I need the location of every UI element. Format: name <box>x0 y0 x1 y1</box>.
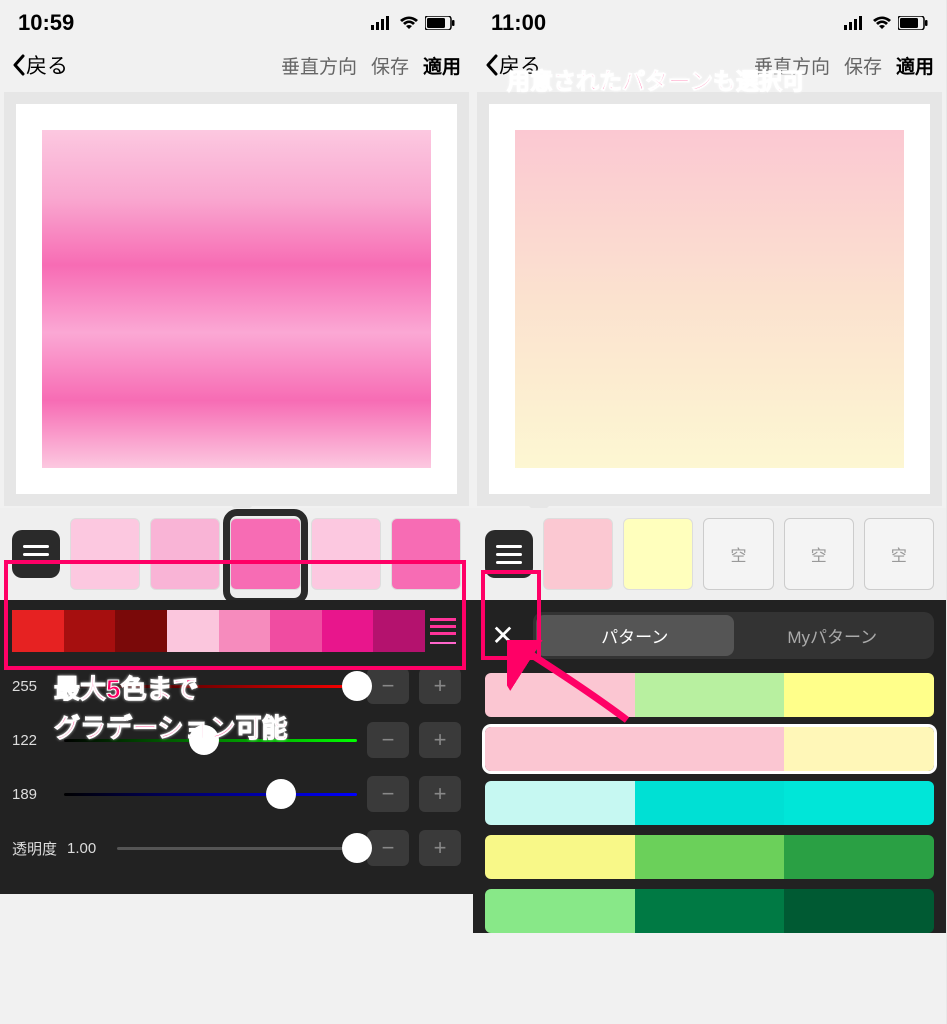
opacity-slider[interactable] <box>117 847 357 850</box>
blue-plus-button[interactable]: + <box>419 776 461 812</box>
color-swatch[interactable] <box>391 518 461 590</box>
opacity-plus-button[interactable]: + <box>419 830 461 866</box>
phone-right: 11:00 戻る 垂直方向 保存 適用 空空空 ✕ パターン <box>473 0 946 1024</box>
signal-icon <box>844 10 866 36</box>
color-palette-panel: 255 − + 122 − + 189 − + 透明度 1.00 − + 最大5… <box>0 600 473 894</box>
empty-swatch[interactable]: 空 <box>864 518 934 590</box>
swatch-row <box>0 508 473 600</box>
red-plus-button[interactable]: + <box>419 668 461 704</box>
red-value: 255 <box>12 678 54 695</box>
status-icons <box>844 10 928 36</box>
nav-direction[interactable]: 垂直方向 <box>281 52 357 79</box>
status-bar: 11:00 <box>473 0 946 42</box>
green-plus-button[interactable]: + <box>419 722 461 758</box>
blue-minus-button[interactable]: − <box>367 776 409 812</box>
palette-color[interactable] <box>373 610 425 652</box>
color-swatch[interactable] <box>543 518 613 590</box>
battery-icon <box>898 10 928 36</box>
nav-apply[interactable]: 適用 <box>896 52 934 79</box>
annotation-arrow-icon <box>507 640 637 730</box>
palette-color[interactable] <box>219 610 271 652</box>
color-swatch[interactable] <box>230 518 300 590</box>
tab-my-pattern[interactable]: Myパターン <box>734 615 932 656</box>
pattern-item[interactable] <box>485 781 934 825</box>
preview-area <box>477 92 942 506</box>
wifi-icon <box>872 10 892 36</box>
palette-color[interactable] <box>322 610 374 652</box>
signal-icon <box>371 10 393 36</box>
opacity-minus-button[interactable]: − <box>367 830 409 866</box>
back-label: 戻る <box>26 50 68 80</box>
empty-swatch[interactable]: 空 <box>784 518 854 590</box>
color-swatch[interactable] <box>70 518 140 590</box>
back-button[interactable]: 戻る <box>12 50 68 80</box>
palette-color[interactable] <box>64 610 116 652</box>
status-time: 10:59 <box>18 10 74 36</box>
swatch-menu-button[interactable] <box>485 530 533 578</box>
status-icons <box>371 10 455 36</box>
wifi-icon <box>399 10 419 36</box>
red-minus-button[interactable]: − <box>367 668 409 704</box>
opacity-label: 透明度 <box>12 838 57 859</box>
palette-color[interactable] <box>167 610 219 652</box>
status-time: 11:00 <box>491 10 546 36</box>
green-minus-button[interactable]: − <box>367 722 409 758</box>
palette-menu-icon[interactable] <box>425 610 461 652</box>
gradient-preview <box>42 130 431 468</box>
green-value: 122 <box>12 732 54 749</box>
battery-icon <box>425 10 455 36</box>
nav-save[interactable]: 保存 <box>371 52 409 79</box>
annotation-text: 最大5色まで グラデーション可能 <box>54 670 287 748</box>
empty-swatch[interactable]: 空 <box>703 518 773 590</box>
blue-slider-row: 189 − + <box>12 776 461 812</box>
gradient-preview <box>515 130 904 468</box>
color-swatch[interactable] <box>623 518 693 590</box>
nav-bar: 戻る 垂直方向 保存 適用 <box>0 42 473 90</box>
annotation-text: 用意されたパターンも選択可 <box>507 64 805 99</box>
opacity-slider-row: 透明度 1.00 − + <box>12 830 461 866</box>
pattern-item[interactable] <box>485 727 934 771</box>
swatch-row: 空空空 <box>473 508 946 600</box>
pattern-item[interactable] <box>485 835 934 879</box>
palette-row[interactable] <box>12 610 461 652</box>
opacity-value: 1.00 <box>67 840 107 857</box>
color-swatch[interactable] <box>150 518 220 590</box>
palette-color[interactable] <box>12 610 64 652</box>
pattern-item[interactable] <box>485 889 934 933</box>
nav-save[interactable]: 保存 <box>844 52 882 79</box>
palette-color[interactable] <box>115 610 167 652</box>
swatch-menu-button[interactable] <box>12 530 60 578</box>
status-bar: 10:59 <box>0 0 473 42</box>
color-swatch[interactable] <box>311 518 381 590</box>
preview-area <box>4 92 469 506</box>
blue-value: 189 <box>12 786 54 803</box>
phone-left: 10:59 戻る 垂直方向 保存 適用 255 − + <box>0 0 473 1024</box>
palette-color[interactable] <box>270 610 322 652</box>
nav-apply[interactable]: 適用 <box>423 52 461 79</box>
blue-slider[interactable] <box>64 793 357 796</box>
